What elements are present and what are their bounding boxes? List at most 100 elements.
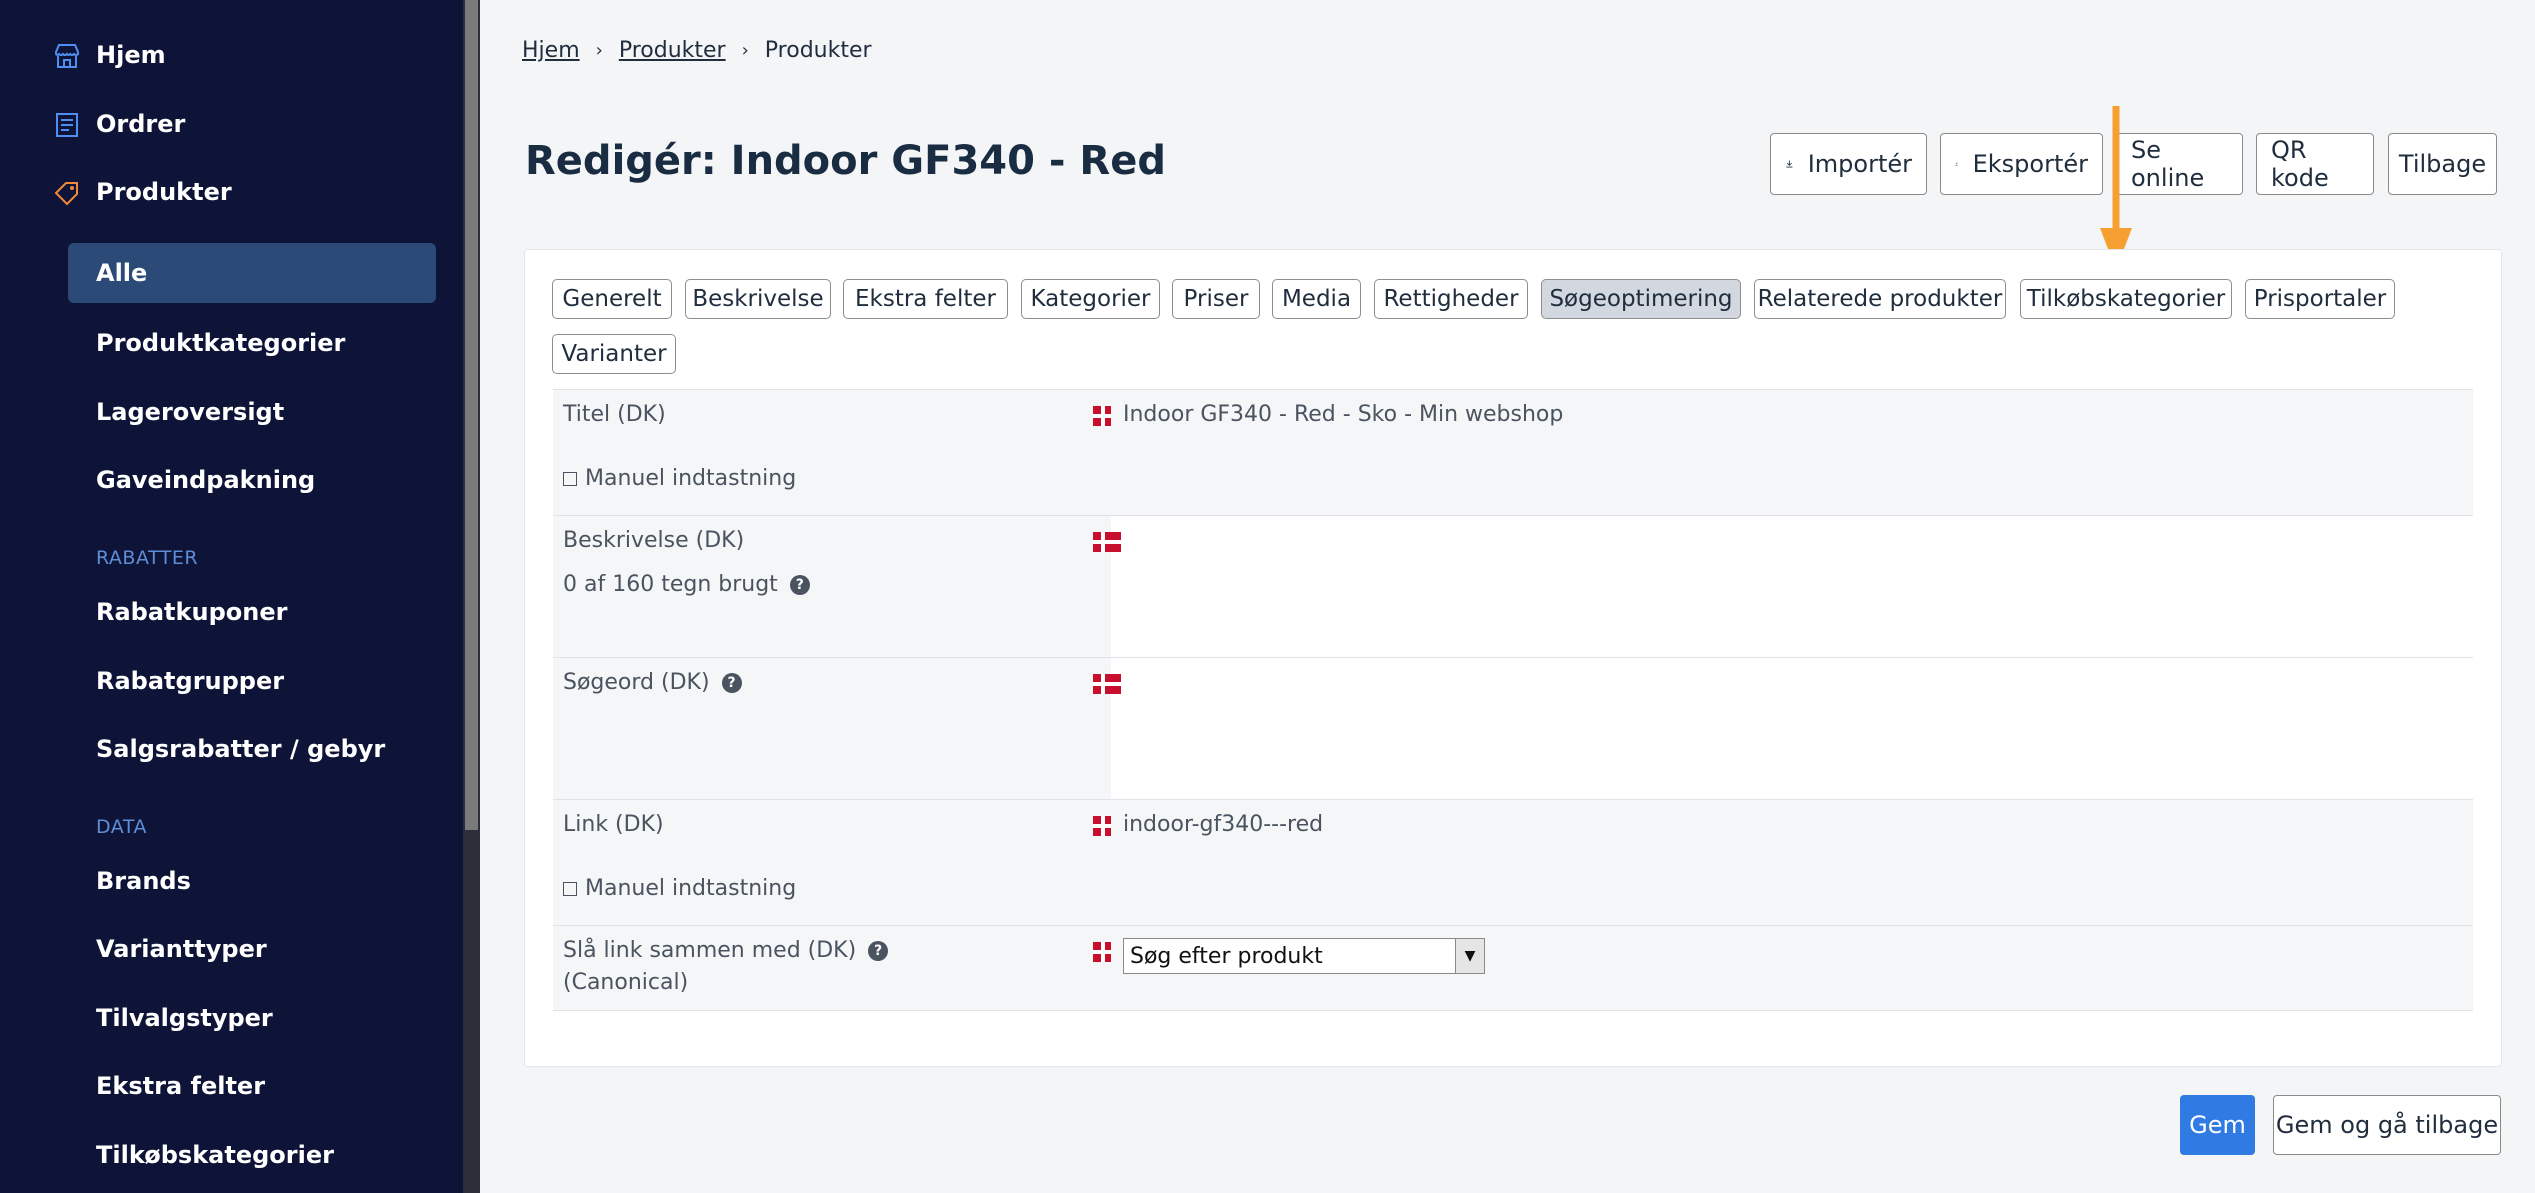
link-label: Link (DK) <box>563 812 664 837</box>
qr-code-button[interactable]: QR kode <box>2256 133 2374 195</box>
canonical-select-value: Søg efter produkt <box>1130 943 1323 969</box>
form-row-description: Beskrivelse (DK) 0 af 160 tegn brugt? <box>553 515 2473 657</box>
title-label: Titel (DK) <box>563 402 666 427</box>
checkbox-icon[interactable] <box>563 472 577 486</box>
tab-media[interactable]: Media <box>1272 279 1361 319</box>
sidebar-item-salgsrabatter[interactable]: Salgsrabatter / gebyr <box>68 719 436 779</box>
form-value-cell[interactable]: indoor-gf340---red <box>1111 800 2473 925</box>
sidebar-item-ordrer[interactable]: Ordrer <box>0 96 463 152</box>
sidebar-item-ekstra-felter[interactable]: Ekstra felter <box>68 1056 436 1116</box>
sidebar-scrollbar[interactable] <box>463 0 480 1193</box>
form-label-cell: Søgeord (DK)? <box>553 658 1121 799</box>
help-icon[interactable]: ? <box>789 575 810 595</box>
export-button[interactable]: Eksportér <box>1940 133 2103 195</box>
import-button-label: Importér <box>1807 150 1912 178</box>
receipt-icon <box>56 113 78 137</box>
sidebar-item-alle[interactable]: Alle <box>68 243 436 303</box>
tab-varianter[interactable]: Varianter <box>552 334 676 374</box>
breadcrumb-link-produkter[interactable]: Produkter <box>619 38 726 63</box>
sidebar-item-tilvalgstyper[interactable]: Tilvalgstyper <box>68 988 436 1048</box>
sidebar-item-label: Varianttyper <box>96 935 267 963</box>
checkbox-icon[interactable] <box>563 882 577 896</box>
link-value[interactable]: indoor-gf340---red <box>1123 812 1323 837</box>
tab-sogeoptimering[interactable]: Søgeoptimering <box>1541 279 1741 319</box>
import-button[interactable]: Importér <box>1770 133 1927 195</box>
sidebar-item-produkter[interactable]: Produkter <box>0 164 463 220</box>
save-button[interactable]: Gem <box>2180 1095 2255 1155</box>
sidebar-item-label: Hjem <box>96 41 166 69</box>
description-textarea[interactable] <box>1111 516 2473 657</box>
canonical-sublabel: (Canonical) <box>563 970 689 995</box>
sidebar-item-label: Gaveindpakning <box>96 466 316 494</box>
sidebar-item-label: Tilkøbskategorier <box>96 1141 334 1169</box>
sidebar-section-rabatter: RABATTER <box>96 547 199 569</box>
tab-generelt[interactable]: Generelt <box>552 279 672 319</box>
title-value[interactable]: Indoor GF340 - Red - Sko - Min webshop <box>1123 402 1563 427</box>
chevron-down-icon[interactable]: ▼ <box>1455 939 1484 973</box>
save-and-back-button[interactable]: Gem og gå tilbage <box>2273 1095 2501 1155</box>
keywords-label-text: Søgeord (DK) <box>563 670 710 695</box>
link-manual-entry[interactable]: Manuel indtastning <box>563 876 796 901</box>
manual-entry-label: Manuel indtastning <box>585 466 797 491</box>
sidebar-item-label: Ekstra felter <box>96 1072 266 1100</box>
sidebar-item-label: Tilvalgstyper <box>96 1004 273 1032</box>
store-icon <box>55 44 79 68</box>
export-button-label: Eksportér <box>1972 150 2088 178</box>
tab-rettigheder[interactable]: Rettigheder <box>1374 279 1528 319</box>
download-icon <box>1786 160 1793 168</box>
sidebar-item-tilkobskategorier[interactable]: Tilkøbskategorier <box>68 1125 436 1185</box>
help-icon[interactable]: ? <box>868 941 889 961</box>
canonical-label-text: Slå link sammen med (DK) <box>563 938 857 963</box>
keywords-label: Søgeord (DK)? <box>563 670 742 695</box>
sidebar-item-rabatkuponer[interactable]: Rabatkuponer <box>68 582 436 642</box>
form-value-cell: Søg efter produkt ▼ <box>1111 926 2473 1010</box>
form-value-cell[interactable]: Indoor GF340 - Red - Sko - Min webshop <box>1111 390 2473 515</box>
page-title: Redigér: Indoor GF340 - Red <box>525 138 1166 184</box>
breadcrumb-link-hjem[interactable]: Hjem <box>522 38 580 63</box>
tab-beskrivelse[interactable]: Beskrivelse <box>685 279 831 319</box>
sidebar-item-label: Produkter <box>96 178 232 206</box>
sidebar-item-hjem[interactable]: Hjem <box>0 27 463 83</box>
form-row-title: Titel (DK) Manuel indtastning Indoor GF3… <box>553 389 2473 515</box>
form-label-cell: Slå link sammen med (DK)? (Canonical) <box>553 926 1121 1010</box>
manual-entry-label: Manuel indtastning <box>585 876 797 901</box>
description-label: Beskrivelse (DK) <box>563 528 745 553</box>
canonical-label: Slå link sammen med (DK)? <box>563 938 889 963</box>
sidebar-scrollbar-thumb[interactable] <box>465 0 478 830</box>
tab-ekstra-felter[interactable]: Ekstra felter <box>843 279 1008 319</box>
sidebar-item-label: Rabatkuponer <box>96 598 288 626</box>
title-manual-entry[interactable]: Manuel indtastning <box>563 466 796 491</box>
description-counter: 0 af 160 tegn brugt? <box>563 572 810 597</box>
help-icon[interactable]: ? <box>721 673 742 693</box>
sidebar-item-rabatgrupper[interactable]: Rabatgrupper <box>68 651 436 711</box>
tab-relaterede-produkter[interactable]: Relaterede produkter <box>1754 279 2006 319</box>
tag-icon <box>54 182 78 206</box>
sidebar-item-produktkategorier[interactable]: Produktkategorier <box>68 313 436 373</box>
upload-icon <box>1955 162 1959 166</box>
tab-kategorier[interactable]: Kategorier <box>1021 279 1160 319</box>
tab-prisportaler[interactable]: Prisportaler <box>2245 279 2395 319</box>
sidebar-item-gaveindpakning[interactable]: Gaveindpakning <box>68 450 436 510</box>
sidebar-item-label: Alle <box>96 259 148 287</box>
sidebar-item-label: Ordrer <box>96 110 186 138</box>
sidebar-item-varianttyper[interactable]: Varianttyper <box>68 919 436 979</box>
sidebar-section-data: DATA <box>96 816 147 838</box>
back-button[interactable]: Tilbage <box>2388 133 2497 195</box>
canonical-product-select[interactable]: Søg efter produkt ▼ <box>1123 938 1485 974</box>
form-row-keywords: Søgeord (DK)? <box>553 657 2473 799</box>
form-label-cell: Link (DK) Manuel indtastning <box>553 800 1121 925</box>
keywords-textarea[interactable] <box>1111 658 2473 799</box>
sidebar-item-label: Brands <box>96 867 191 895</box>
sidebar-item-label: Salgsrabatter / gebyr <box>96 735 386 763</box>
tab-priser[interactable]: Priser <box>1172 279 1260 319</box>
chevron-right-icon: › <box>741 40 749 61</box>
sidebar-item-label: Lageroversigt <box>96 398 285 426</box>
form-row-canonical: Slå link sammen med (DK)? (Canonical) Sø… <box>553 925 2473 1011</box>
tab-tilkobskategorier[interactable]: Tilkøbskategorier <box>2020 279 2232 319</box>
sidebar-item-label: Rabatgrupper <box>96 667 285 695</box>
sidebar-item-lageroversigt[interactable]: Lageroversigt <box>68 382 436 442</box>
sidebar-item-brands[interactable]: Brands <box>68 851 436 911</box>
chevron-right-icon: › <box>595 40 603 61</box>
form-label-cell: Beskrivelse (DK) 0 af 160 tegn brugt? <box>553 516 1121 657</box>
main-content: Hjem › Produkter › Produkter Redigér: In… <box>480 0 2535 1193</box>
